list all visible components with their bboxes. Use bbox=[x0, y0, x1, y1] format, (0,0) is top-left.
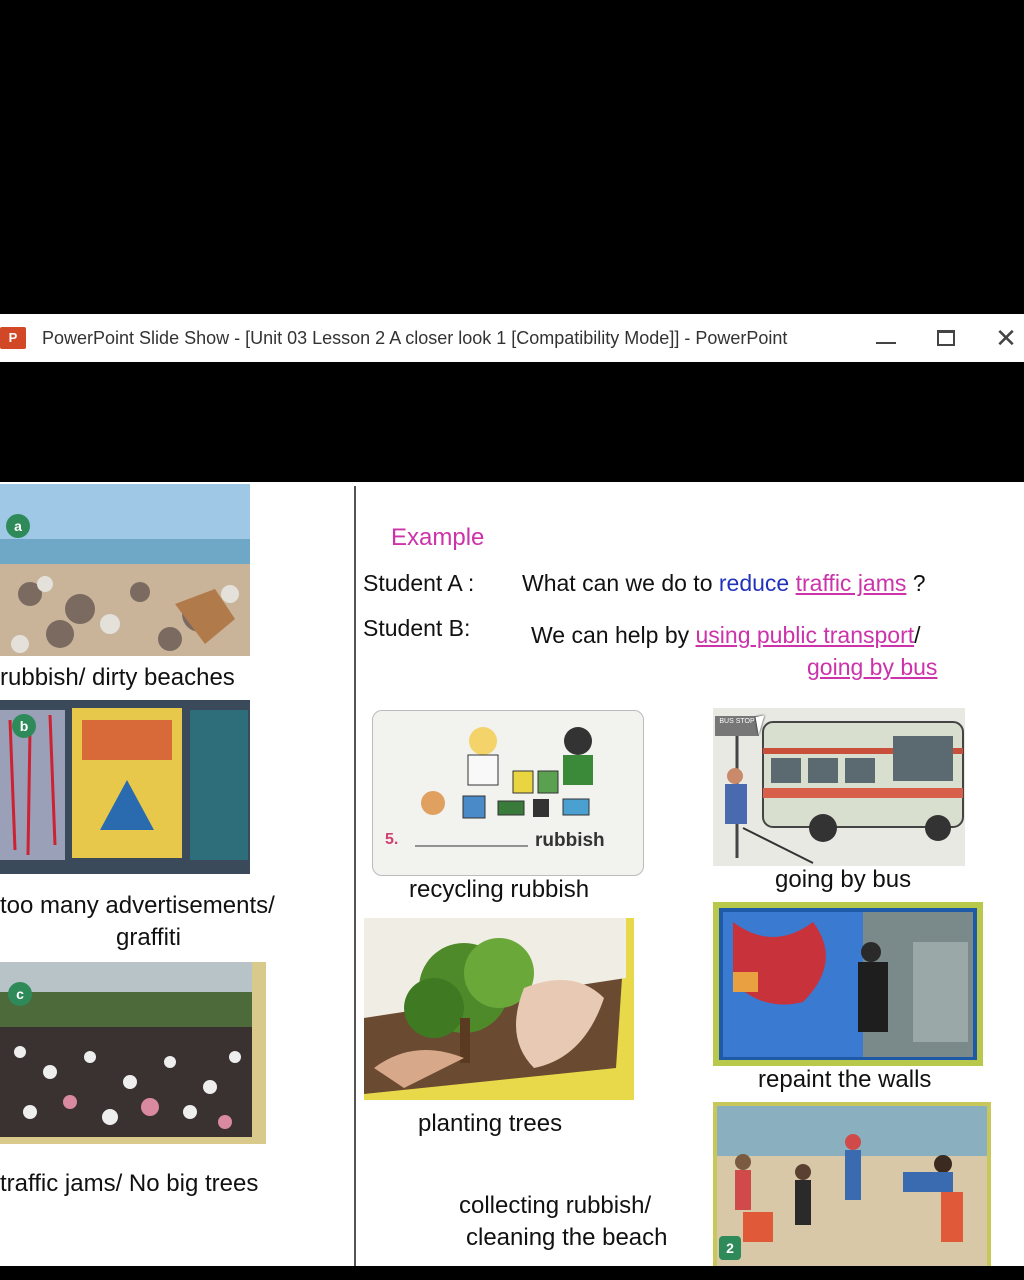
window-title-bar: P PowerPoint Slide Show - [Unit 03 Lesso… bbox=[0, 314, 1024, 362]
photo-advertisements: b bbox=[0, 700, 250, 874]
photo-bus: BUS STOP bbox=[713, 708, 965, 866]
bus-stop-sign: BUS STOP bbox=[719, 718, 755, 725]
caption-recycling: recycling rubbish bbox=[409, 876, 590, 903]
maximize-button[interactable] bbox=[928, 322, 964, 354]
minimize-button[interactable] bbox=[868, 322, 904, 354]
caption-advertisements-line2: graffiti bbox=[116, 924, 181, 951]
question-end: ? bbox=[906, 570, 926, 596]
caption-collecting-line1: collecting rubbish/ bbox=[459, 1192, 652, 1219]
planting-tree-image bbox=[364, 918, 634, 1100]
caption-advertisements-line1: too many advertisements/ bbox=[0, 892, 275, 919]
dirty-beach-image bbox=[0, 484, 250, 656]
recycle-card-number: 5. bbox=[385, 831, 399, 848]
badge-b: b bbox=[12, 714, 36, 738]
student-b-answer: We can help by using public transport/ bbox=[531, 622, 921, 649]
photo-dirty-beach: a bbox=[0, 484, 250, 656]
answer-option-2-line: going by bus bbox=[807, 654, 937, 681]
badge-c: c bbox=[8, 982, 32, 1006]
caption-bus: going by bus bbox=[775, 866, 912, 893]
photo-repaint bbox=[713, 902, 983, 1066]
caption-dirty-beaches: rubbish/ dirty beaches bbox=[0, 664, 235, 691]
question-prefix: What can we do to bbox=[522, 570, 719, 596]
answer-slash: / bbox=[914, 622, 921, 648]
recycle-card-word: rubbish bbox=[535, 830, 605, 851]
slide-canvas[interactable]: a rubbish/ dirty beaches b too many adve… bbox=[0, 482, 1024, 1266]
student-a-label: Student A : bbox=[363, 570, 475, 596]
photo-recycling: 5. rubbish bbox=[372, 710, 644, 876]
example-heading: Example bbox=[391, 524, 485, 551]
window-title: PowerPoint Slide Show - [Unit 03 Lesson … bbox=[42, 328, 788, 348]
maximize-icon bbox=[937, 330, 955, 346]
photo-traffic-crowd: c bbox=[0, 962, 266, 1144]
beach-cleanup-image bbox=[717, 1106, 987, 1266]
crowd-image bbox=[0, 962, 266, 1144]
caption-traffic-jams: traffic jams/ No big trees bbox=[0, 1170, 259, 1197]
question-object: traffic jams bbox=[795, 570, 907, 596]
photo-planting bbox=[364, 918, 634, 1100]
student-b-label: Student B: bbox=[363, 615, 471, 641]
student-a-question: What can we do to reduce traffic jams ? bbox=[522, 570, 926, 597]
close-icon: ✕ bbox=[995, 322, 1017, 353]
minimize-icon bbox=[876, 342, 896, 344]
repaint-wall-image bbox=[719, 908, 977, 1060]
photo-number-badge: 2 bbox=[719, 1236, 741, 1260]
answer-prefix: We can help by bbox=[531, 622, 696, 648]
close-button[interactable]: ✕ bbox=[988, 322, 1024, 354]
badge-a: a bbox=[6, 514, 30, 538]
answer-option-2: going by bus bbox=[807, 654, 938, 680]
graffiti-wall-image bbox=[0, 700, 250, 874]
powerpoint-app-icon: P bbox=[0, 327, 26, 349]
photo-beach-cleanup: 2 bbox=[713, 1102, 991, 1266]
column-divider bbox=[354, 486, 356, 1266]
answer-option-1: using public transport bbox=[695, 622, 915, 648]
caption-collecting-line2: cleaning the beach bbox=[466, 1224, 668, 1251]
caption-planting: planting trees bbox=[418, 1110, 563, 1137]
caption-repaint: repaint the walls bbox=[758, 1066, 932, 1093]
bus-illustration bbox=[715, 716, 964, 864]
question-verb: reduce bbox=[718, 570, 790, 596]
